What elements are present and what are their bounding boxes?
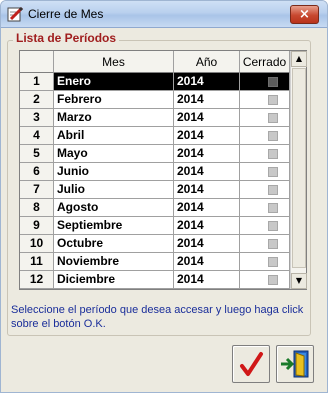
cerrado-cell <box>240 199 290 217</box>
row-number-cell: 2 <box>20 91 54 109</box>
row-number-cell: 10 <box>20 235 54 253</box>
checkmark-icon <box>240 352 263 376</box>
table-row[interactable]: 10 Octubre 2014 <box>20 235 290 253</box>
month-cell: Marzo <box>54 109 174 127</box>
row-number-cell: 11 <box>20 253 54 271</box>
table-row[interactable]: 8 Agosto 2014 <box>20 199 290 217</box>
scroll-up-button[interactable]: ▲ <box>291 51 307 67</box>
table-row[interactable]: 1 Enero 2014 <box>20 73 290 91</box>
table-row[interactable]: 11 Noviembre 2014 <box>20 253 290 271</box>
cerrado-checkbox[interactable] <box>268 239 278 249</box>
cerrado-checkbox[interactable] <box>268 275 278 285</box>
cerrado-checkbox[interactable] <box>268 221 278 231</box>
cerrado-checkbox[interactable] <box>268 113 278 123</box>
table-row[interactable]: 2 Febrero 2014 <box>20 91 290 109</box>
cerrado-cell <box>240 73 290 91</box>
scroll-up-arrow-icon: ▲ <box>295 54 303 63</box>
year-cell: 2014 <box>174 163 240 181</box>
month-cell: Noviembre <box>54 253 174 271</box>
row-number-cell: 7 <box>20 181 54 199</box>
column-header-cerrado[interactable]: Cerrado <box>240 51 290 73</box>
year-cell: 2014 <box>174 217 240 235</box>
table-row[interactable]: 4 Abril 2014 <box>20 127 290 145</box>
row-number-cell: 8 <box>20 199 54 217</box>
cerrado-checkbox[interactable] <box>268 77 278 87</box>
cerrado-cell <box>240 91 290 109</box>
cerrado-checkbox[interactable] <box>268 203 278 213</box>
row-number-cell: 9 <box>20 217 54 235</box>
month-cell: Julio <box>54 181 174 199</box>
dialog-window: Cierre de Mes × Lista de Períodos Mes Añ… <box>0 0 328 393</box>
month-cell: Abril <box>54 127 174 145</box>
month-cell: Junio <box>54 163 174 181</box>
month-cell: Agosto <box>54 199 174 217</box>
cerrado-checkbox[interactable] <box>268 167 278 177</box>
month-cell: Febrero <box>54 91 174 109</box>
month-cell: Septiembre <box>54 217 174 235</box>
cerrado-cell <box>240 163 290 181</box>
row-number-cell: 6 <box>20 163 54 181</box>
cerrado-cell <box>240 253 290 271</box>
cerrado-cell <box>240 181 290 199</box>
row-number-cell: 3 <box>20 109 54 127</box>
table-row[interactable]: 9 Septiembre 2014 <box>20 217 290 235</box>
year-cell: 2014 <box>174 199 240 217</box>
periods-grid[interactable]: Mes Año Cerrado 1 Enero 2014 2 Febrero 2014 3 M… <box>19 50 307 290</box>
cerrado-cell <box>240 127 290 145</box>
cerrado-checkbox[interactable] <box>268 257 278 267</box>
cerrado-cell <box>240 145 290 163</box>
close-button[interactable]: × <box>290 5 319 24</box>
year-cell: 2014 <box>174 109 240 127</box>
row-number-cell: 4 <box>20 127 54 145</box>
month-cell: Octubre <box>54 235 174 253</box>
table-row[interactable]: 5 Mayo 2014 <box>20 145 290 163</box>
exit-button[interactable] <box>276 345 314 383</box>
row-number-cell: 12 <box>20 271 54 289</box>
column-header-ano[interactable]: Año <box>174 51 240 73</box>
window-title: Cierre de Mes <box>28 7 104 21</box>
year-cell: 2014 <box>174 145 240 163</box>
cerrado-checkbox[interactable] <box>268 95 278 105</box>
year-cell: 2014 <box>174 91 240 109</box>
year-cell: 2014 <box>174 73 240 91</box>
scroll-down-arrow-icon: ▼ <box>295 276 303 285</box>
close-icon: × <box>299 7 310 22</box>
row-number-cell: 5 <box>20 145 54 163</box>
column-header-mes[interactable]: Mes <box>54 51 174 73</box>
column-header-number <box>20 51 54 73</box>
title-bar[interactable]: Cierre de Mes × <box>1 1 327 28</box>
app-pencil-icon <box>7 6 24 22</box>
group-label: Lista de Períodos <box>13 31 120 45</box>
cerrado-checkbox[interactable] <box>268 131 278 141</box>
table-row[interactable]: 6 Junio 2014 <box>20 163 290 181</box>
year-cell: 2014 <box>174 127 240 145</box>
month-cell: Diciembre <box>54 271 174 289</box>
ok-button[interactable] <box>232 345 270 383</box>
cerrado-cell <box>240 271 290 289</box>
table-row[interactable]: 7 Julio 2014 <box>20 181 290 199</box>
year-cell: 2014 <box>174 235 240 253</box>
cerrado-cell <box>240 217 290 235</box>
cerrado-checkbox[interactable] <box>268 185 278 195</box>
month-cell: Mayo <box>54 145 174 163</box>
vertical-scrollbar[interactable]: ▲ ▼ <box>290 51 307 289</box>
year-cell: 2014 <box>174 253 240 271</box>
cerrado-cell <box>240 235 290 253</box>
row-number-cell: 1 <box>20 73 54 91</box>
instructions-text: Seleccione el período que desea accesar … <box>11 304 304 330</box>
table-row[interactable]: 12 Diciembre 2014 <box>20 271 290 289</box>
year-cell: 2014 <box>174 271 240 289</box>
exit-door-icon <box>281 350 309 378</box>
scroll-down-button[interactable]: ▼ <box>291 273 307 289</box>
year-cell: 2014 <box>174 181 240 199</box>
month-cell: Enero <box>54 73 174 91</box>
table-row[interactable]: 3 Marzo 2014 <box>20 109 290 127</box>
cerrado-cell <box>240 109 290 127</box>
scroll-thumb[interactable] <box>292 68 306 268</box>
cerrado-checkbox[interactable] <box>268 149 278 159</box>
